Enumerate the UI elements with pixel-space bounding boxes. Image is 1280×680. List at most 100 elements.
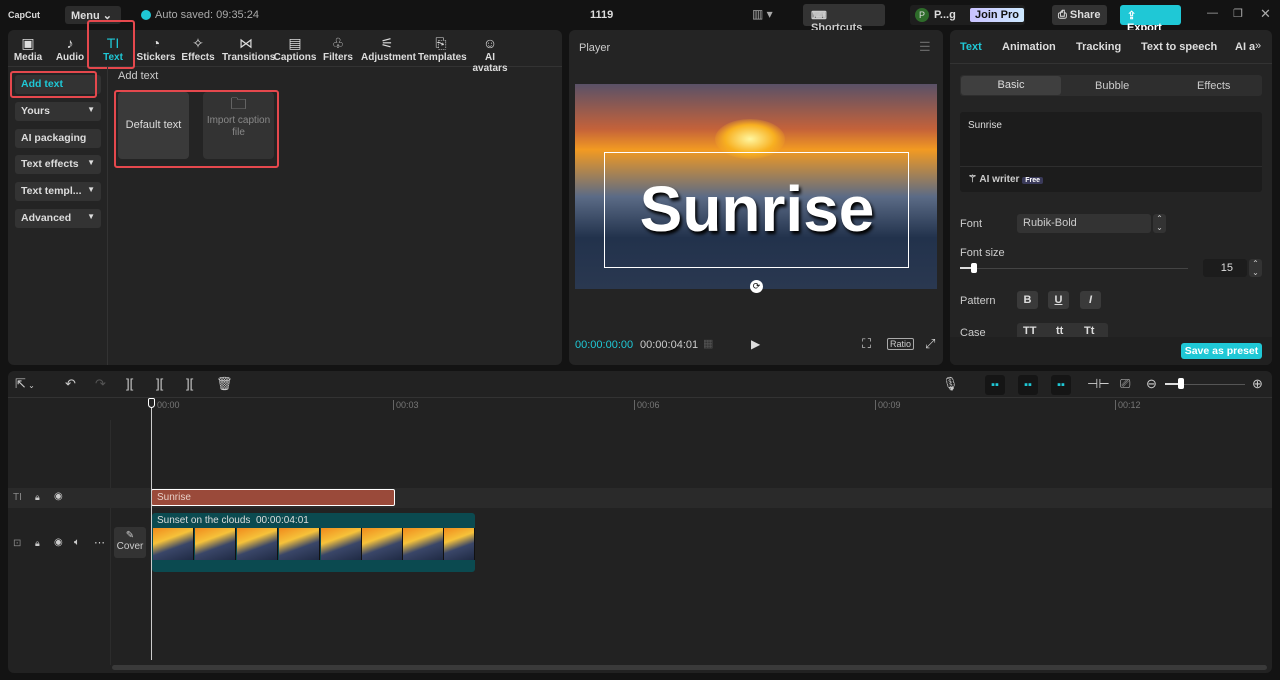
tab-tracking[interactable]: Tracking bbox=[1076, 41, 1121, 53]
export-button[interactable]: ⇪ Export bbox=[1120, 5, 1181, 34]
lock-icon[interactable]: 🔒︎ bbox=[35, 492, 40, 503]
subtab-basic[interactable]: Basic bbox=[961, 76, 1061, 95]
project-name[interactable]: 1119 bbox=[590, 9, 613, 21]
case-lower-button[interactable]: tt bbox=[1056, 325, 1063, 337]
thumbnail-size-icon[interactable]: ⎚ bbox=[1120, 376, 1130, 392]
join-pro-button[interactable]: Join Pro bbox=[970, 8, 1025, 22]
microphone-icon[interactable]: 🎙 bbox=[942, 376, 959, 392]
restore-button[interactable]: ❐ bbox=[1233, 7, 1243, 20]
zoom-out-icon[interactable]: ⊖ bbox=[1146, 376, 1157, 392]
undo-icon[interactable]: ↶ bbox=[65, 376, 76, 392]
ratio-button[interactable]: Ratio bbox=[887, 338, 915, 350]
font-size-stepper-icon[interactable]: ⌃ ⌄ bbox=[1249, 259, 1262, 277]
more-icon[interactable]: ⋯ bbox=[94, 536, 105, 549]
adjustment-icon: ⚟ bbox=[380, 35, 394, 51]
save-as-preset-button[interactable]: Save as preset bbox=[1181, 343, 1262, 359]
sidebar-item-yours[interactable]: Yours ▼ bbox=[15, 102, 101, 121]
pattern-label: Pattern bbox=[960, 295, 996, 307]
close-button[interactable]: ✕ bbox=[1260, 6, 1271, 22]
font-stepper-icon[interactable]: ⌃ ⌄ bbox=[1153, 214, 1166, 233]
redo-icon[interactable]: ↷ bbox=[95, 376, 106, 392]
tool-captions[interactable]: ▤ Captions bbox=[272, 34, 318, 63]
eye-icon[interactable]: ◉ bbox=[54, 537, 63, 548]
share-button[interactable]: ⎙ Share bbox=[1052, 5, 1107, 25]
tool-media[interactable]: ▣ Media bbox=[5, 34, 51, 63]
text-track-icon: TI bbox=[13, 492, 22, 503]
case-title-button[interactable]: Tt bbox=[1084, 325, 1094, 337]
sidebar-item-text-effects[interactable]: Text effects ▼ bbox=[15, 155, 101, 174]
more-tabs-icon[interactable]: » bbox=[1255, 40, 1261, 52]
font-size-slider-handle[interactable] bbox=[970, 263, 977, 273]
video-thumbnail bbox=[321, 528, 362, 560]
video-thumbnail bbox=[362, 528, 403, 560]
chevron-down-icon: ▼ bbox=[87, 185, 95, 194]
video-thumbnail bbox=[195, 528, 236, 560]
ai-avatars-icon: ☺ bbox=[482, 35, 498, 51]
subtab-bubble[interactable]: Bubble bbox=[1095, 80, 1129, 92]
audio-icon[interactable]: 🔈︎ bbox=[74, 537, 80, 548]
split-left-icon[interactable]: ][ bbox=[156, 376, 163, 391]
bold-button[interactable]: B bbox=[1017, 291, 1038, 309]
play-button[interactable]: ▶ bbox=[751, 337, 760, 351]
player-menu-icon[interactable]: ☰ bbox=[919, 39, 931, 55]
autosave-check-icon bbox=[141, 10, 151, 20]
font-size-slider-track[interactable] bbox=[960, 268, 1188, 269]
lock-icon[interactable]: 🔒︎ bbox=[35, 538, 40, 549]
chevron-down-icon: ▼ bbox=[87, 212, 95, 221]
tick-label: 00:03 bbox=[393, 400, 419, 410]
main-track-magnet-button[interactable]: ▪▪ bbox=[985, 375, 1005, 395]
highlight-text-tool bbox=[87, 20, 135, 69]
subtab-effects[interactable]: Effects bbox=[1197, 80, 1230, 92]
layout-icon[interactable]: ▥ ▾ bbox=[752, 7, 773, 21]
text-selection-box[interactable] bbox=[604, 152, 909, 268]
tool-adjustment[interactable]: ⚟ Adjustment bbox=[361, 34, 416, 63]
delete-icon[interactable]: 🗑 bbox=[216, 376, 233, 392]
auto-snap-button[interactable]: ▪▪ bbox=[1018, 375, 1038, 395]
effects-icon: ✧ bbox=[192, 35, 204, 51]
text-clip[interactable]: Sunrise bbox=[151, 489, 395, 506]
underline-button[interactable]: U bbox=[1048, 291, 1069, 309]
split-icon[interactable]: ][ bbox=[126, 376, 133, 391]
transitions-icon: ⋈ bbox=[239, 35, 253, 51]
cover-button[interactable]: ✎ Cover bbox=[114, 527, 146, 558]
horizontal-scrollbar[interactable] bbox=[112, 665, 1267, 670]
minimize-button[interactable]: — bbox=[1207, 7, 1218, 19]
tool-templates[interactable]: ⎘ Templates bbox=[418, 34, 467, 63]
playhead-handle[interactable] bbox=[148, 398, 155, 408]
sidebar-item-advanced[interactable]: Advanced ▼ bbox=[15, 209, 101, 228]
eye-icon[interactable]: ◉ bbox=[54, 491, 63, 502]
tool-effects[interactable]: ✧ Effects bbox=[175, 34, 221, 63]
tab-animation[interactable]: Animation bbox=[1002, 41, 1056, 53]
zoom-slider-handle[interactable] bbox=[1178, 378, 1184, 389]
ai-writer-button[interactable]: ⚚ AI writer Free bbox=[968, 174, 1043, 185]
split-right-icon[interactable]: ][ bbox=[186, 376, 193, 391]
italic-button[interactable]: I bbox=[1080, 291, 1101, 309]
tool-stickers[interactable]: ◔ Stickers bbox=[133, 34, 179, 63]
track-header-divider bbox=[110, 420, 111, 665]
avatar[interactable]: P bbox=[915, 8, 929, 22]
fullscreen-icon[interactable]: ⤢ bbox=[925, 336, 935, 352]
tool-transitions[interactable]: ⋈ Transitions bbox=[222, 34, 275, 63]
font-size-input[interactable]: 15 bbox=[1203, 259, 1247, 277]
tab-text[interactable]: Text bbox=[960, 41, 982, 53]
grid-icon[interactable]: ▦ bbox=[703, 337, 713, 350]
tool-filters[interactable]: ♧ Filters bbox=[315, 34, 361, 63]
magic-wand-icon: ⚚ bbox=[968, 174, 977, 185]
preview-axis-icon[interactable]: ⊣⊢ bbox=[1087, 376, 1110, 392]
font-select[interactable]: Rubik-Bold bbox=[1017, 214, 1151, 233]
select-tool-icon[interactable]: ⇱ ⌄ bbox=[15, 376, 35, 392]
zoom-in-icon[interactable]: ⊕ bbox=[1252, 376, 1263, 392]
tool-ai-avatars[interactable]: ☺ AI avatars bbox=[467, 34, 513, 74]
tab-ai-avatars[interactable]: AI avat bbox=[1235, 41, 1255, 53]
fit-icon[interactable]: ⛶ bbox=[862, 336, 871, 352]
rotate-handle-icon[interactable]: ⟳ bbox=[750, 280, 763, 293]
case-upper-button[interactable]: TT bbox=[1023, 325, 1036, 337]
shortcuts-button[interactable]: ⌨ Shortcuts bbox=[803, 4, 885, 34]
user-name[interactable]: P...g bbox=[934, 9, 956, 21]
tab-text-to-speech[interactable]: Text to speech bbox=[1141, 41, 1217, 53]
autosave-status: Auto saved: 09:35:24 bbox=[155, 9, 259, 21]
playhead[interactable] bbox=[151, 398, 152, 660]
sidebar-item-text-templates[interactable]: Text templ... ▼ bbox=[15, 182, 101, 201]
sidebar-item-ai-packaging[interactable]: AI packaging bbox=[15, 129, 101, 148]
linkage-button[interactable]: ▪▪ bbox=[1051, 375, 1071, 395]
